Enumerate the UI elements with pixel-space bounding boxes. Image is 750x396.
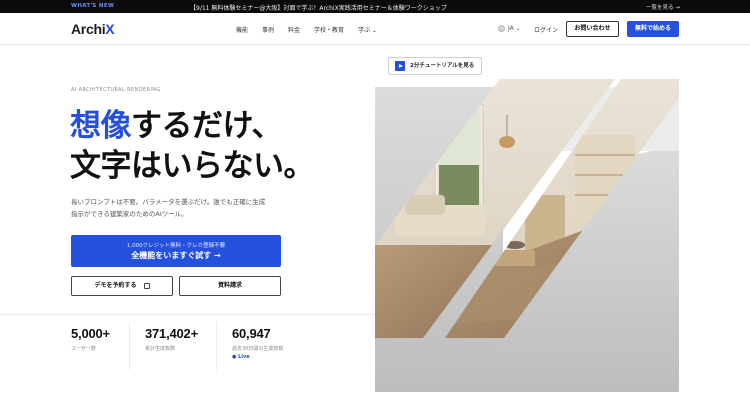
nav-item-cases[interactable]: 事例 [262,25,274,34]
headline-rest: するだけ、 [131,108,282,144]
nav-item-pricing[interactable]: 料金 [288,25,300,34]
stat-divider [216,322,217,370]
tutorial-label: 2分チュートリアルを見る [410,63,475,69]
stat-value: 5,000+ [71,326,110,341]
headline-accent: 想像 [70,108,132,144]
stat-divider [129,322,130,370]
stat-recent-images: 60,947 過去30日間の生成枚数 ● Live [232,326,283,360]
book-demo-button[interactable]: デモを予約する [71,276,173,296]
stat-label: 過去30日間の生成枚数 [232,346,284,352]
stat-label: 累計生成枚数 [145,346,176,352]
nav-item-features[interactable]: 機能 [236,25,248,34]
hero-headline: 想像するだけ、 文字はいらない。 [70,106,315,186]
nav-item-education[interactable]: 学校・教育 [314,25,344,34]
start-free-button[interactable]: 無料で始める [627,21,679,37]
stat-value: 60,947 [232,326,271,341]
stat-users: 5,000+ ユーザー数 [71,326,110,352]
whats-new-label: WHAT'S NEW [71,3,115,9]
globe-icon [498,25,505,32]
see-all-link[interactable]: 一覧を見る → [646,3,680,11]
calendar-icon [143,282,150,289]
hero-description: 長いプロンプトは不要。パラメータを選ぶだけ。誰でも正確に生成指示ができる建築家の… [71,198,266,218]
try-now-button[interactable]: 1,000クレジット無料・クレカ登録不要 全機能をいますぐ試す → [71,235,281,267]
hero-eyebrow: AI ARCHITECTURAL RENDERING [71,87,161,93]
tutorial-button[interactable]: 2分チュートリアルを見る [388,57,482,75]
login-link[interactable]: ログイン [534,25,558,34]
cta-subtext: 1,000クレジット無料・クレカ登録不要 [126,243,226,249]
stat-label: ユーザー数 [71,346,96,352]
headline-line2: 文字はいらない。 [70,148,315,184]
logo[interactable]: ArchiX [71,21,115,37]
hero-image-area [375,45,679,392]
contact-button[interactable]: お問い合わせ [566,21,619,37]
stats-divider [0,314,375,315]
hero-rendering-illustration [375,79,679,392]
stat-value: 371,402+ [145,326,198,341]
announcement-link[interactable]: 【9/11 無料体験セミナー@大阪】対面で学ぶ！ArchiX実践活用セミナー＆体… [190,3,447,12]
stat-total-images: 371,402+ 累計生成枚数 [145,326,198,352]
cta-label: 全機能をいますぐ試す → [131,251,221,260]
demo-label: デモを予約する [94,282,137,289]
language-selector[interactable]: JA ⌄ [498,25,521,32]
language-label: JA ⌄ [508,25,521,32]
main-nav: 機能 事例 料金 学校・教育 学ぶ ⌄ [236,25,391,34]
nav-item-learn[interactable]: 学ぶ ⌄ [358,25,377,34]
announcement-bar: WHAT'S NEW 【9/11 無料体験セミナー@大阪】対面で学ぶ！Archi… [0,0,750,13]
live-indicator: ● Live [232,354,250,360]
play-icon [395,61,405,71]
request-docs-button[interactable]: 資料請求 [179,276,281,296]
